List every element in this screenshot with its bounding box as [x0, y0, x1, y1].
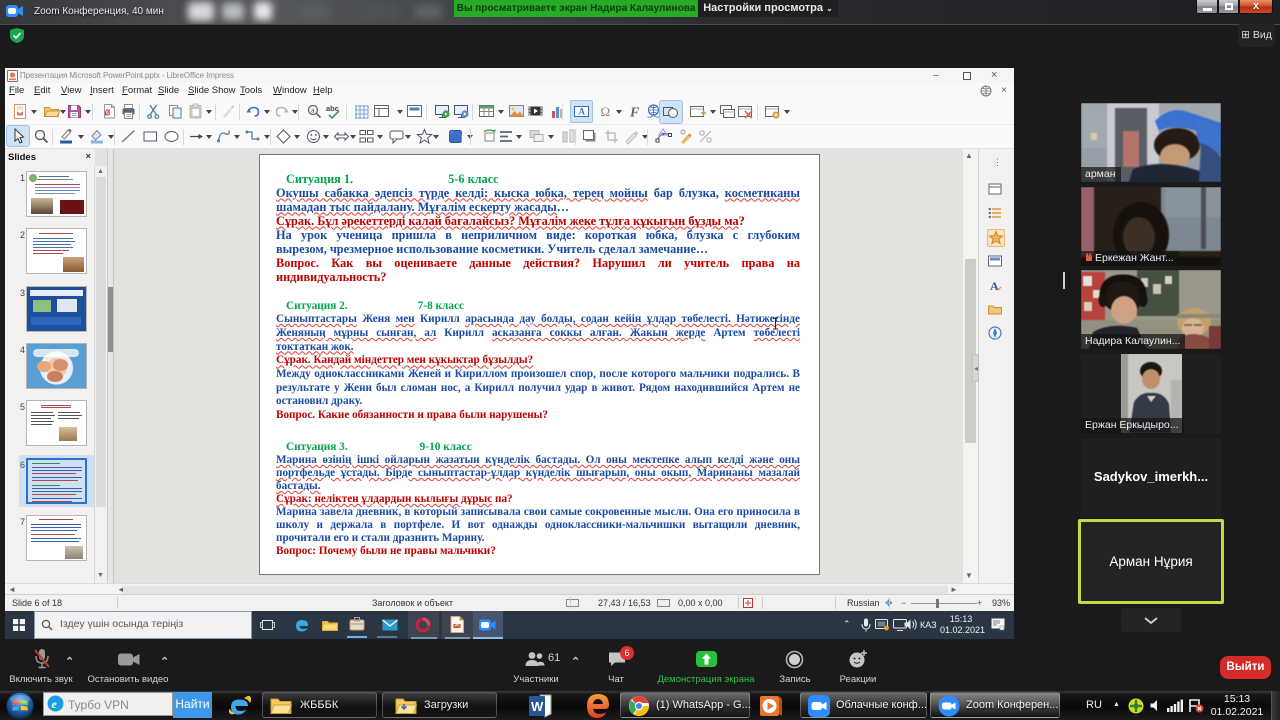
svg-text:F: F: [629, 106, 640, 121]
svg-text:abc: abc: [326, 104, 339, 113]
svg-text:e: e: [52, 697, 58, 711]
svg-text:A: A: [579, 107, 586, 117]
svg-text:Ω: Ω: [600, 104, 610, 119]
svg-text:W: W: [531, 699, 544, 714]
svg-text:A: A: [990, 279, 999, 293]
